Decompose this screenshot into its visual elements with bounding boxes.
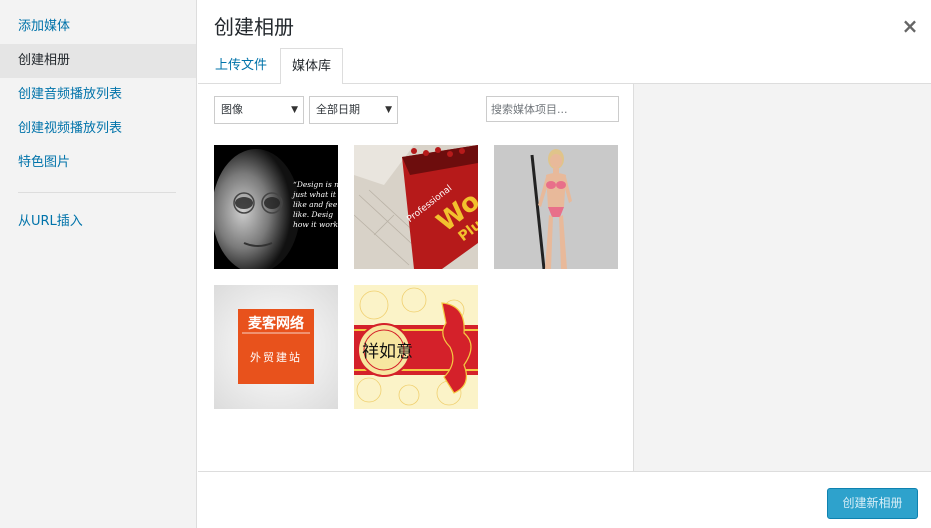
quote-line: like and fee <box>293 200 338 209</box>
tab-upload-files[interactable]: 上传文件 <box>204 48 278 84</box>
company-logo-image: 麦客网络 外贸建站 <box>214 285 338 409</box>
create-new-gallery-button[interactable]: 创建新相册 <box>827 488 918 519</box>
router-tabs: 上传文件 媒体库 <box>198 48 931 85</box>
quote-line: like. Desig <box>293 210 333 219</box>
chevron-down-icon: ▼ <box>291 105 298 115</box>
date-filter[interactable]: 全部日期 ▼ <box>309 96 398 124</box>
attachment-thumbnail[interactable]: 祥如意 <box>354 285 478 409</box>
attachment-details-sidebar <box>634 84 931 471</box>
media-type-filter[interactable]: 图像 ▼ <box>214 96 304 124</box>
media-menu: 添加媒体 创建相册 创建音频播放列表 创建视频播放列表 特色图片 从URL插入 <box>0 0 197 528</box>
festive-calligraphy: 祥如意 <box>362 342 413 362</box>
chevron-down-icon: ▼ <box>385 105 392 115</box>
search-media-input[interactable] <box>486 96 619 122</box>
attachment-thumbnail[interactable] <box>494 145 618 269</box>
menu-item-create-video-playlist[interactable]: 创建视频播放列表 <box>0 112 196 146</box>
date-filter-value: 全部日期 <box>316 103 360 116</box>
quote-line: how it work <box>293 220 338 229</box>
modal-title: 创建相册 <box>214 15 294 39</box>
logo-brand-text: 麦客网络 <box>248 315 304 332</box>
menu-item-create-gallery[interactable]: 创建相册 <box>0 44 196 78</box>
menu-item-insert-from-url[interactable]: 从URL插入 <box>0 205 196 239</box>
quote-line: just what it <box>291 190 337 199</box>
quote-line: “Design is n <box>293 180 338 189</box>
menu-item-featured-image[interactable]: 特色图片 <box>0 146 196 180</box>
festive-banner-image: 祥如意 <box>354 285 478 409</box>
menu-item-create-audio-playlist[interactable]: 创建音频播放列表 <box>0 78 196 112</box>
attachment-thumbnail[interactable]: Professional Wo Plu <box>354 145 478 269</box>
attachments-browser: 图像 ▼ 全部日期 ▼ “Design is n ju <box>198 84 634 471</box>
close-icon[interactable]: × <box>899 12 921 40</box>
logo-tagline-text: 外贸建站 <box>250 350 302 364</box>
menu-item-add-media[interactable]: 添加媒体 <box>0 10 196 44</box>
book-cover-image: Professional Wo Plu <box>354 145 478 269</box>
portrait-quote-image: “Design is n just what it like and fee l… <box>214 145 338 269</box>
model-photo-image <box>494 145 618 269</box>
modal-toolbar: 创建新相册 <box>198 471 931 528</box>
tab-media-library[interactable]: 媒体库 <box>280 48 344 85</box>
attachment-thumbnail[interactable]: 麦客网络 外贸建站 <box>214 285 338 409</box>
attachment-thumbnail[interactable]: “Design is n just what it like and fee l… <box>214 145 338 269</box>
menu-separator <box>18 192 176 193</box>
media-type-filter-value: 图像 <box>221 103 243 116</box>
